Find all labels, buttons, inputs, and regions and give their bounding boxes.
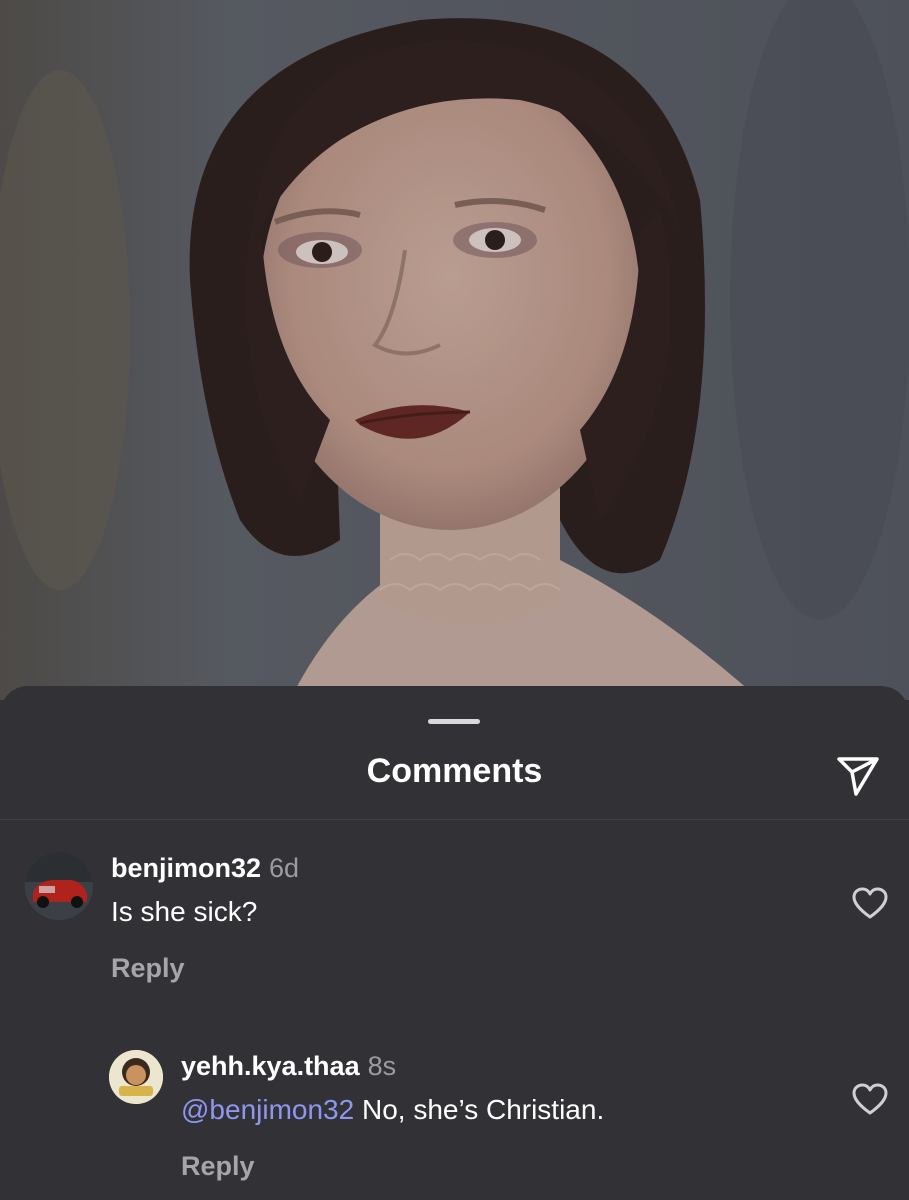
comment-time: 6d	[269, 853, 300, 883]
header-divider	[0, 819, 909, 820]
reply-button[interactable]: Reply	[111, 953, 185, 984]
comment-item: benjimon32 6d Is she sick? Reply	[0, 836, 909, 996]
heart-outline-icon[interactable]	[851, 1082, 889, 1116]
reply-comment-item: yehh.kya.thaa 8s @benjimon32 No, she’s Ch…	[0, 1036, 909, 1200]
sheet-title: Comments	[366, 752, 543, 790]
comment-username[interactable]: benjimon32 6d	[111, 853, 299, 884]
comment-body: No, she’s Christian.	[354, 1094, 605, 1125]
comment-text: @benjimon32 No, she’s Christian.	[181, 1094, 604, 1126]
avatar[interactable]	[25, 852, 93, 920]
post-photo	[0, 0, 909, 700]
comment-time: 8s	[367, 1051, 397, 1081]
sheet-grabber-handle[interactable]	[428, 719, 480, 724]
username-text[interactable]: yehh.kya.thaa	[181, 1051, 360, 1081]
comment-username[interactable]: yehh.kya.thaa 8s	[181, 1051, 396, 1082]
send-icon[interactable]	[833, 749, 883, 799]
avatar[interactable]	[109, 1050, 163, 1104]
mention-link[interactable]: @benjimon32	[181, 1094, 354, 1125]
reply-button[interactable]: Reply	[181, 1151, 255, 1182]
heart-outline-icon[interactable]	[851, 886, 889, 920]
username-text[interactable]: benjimon32	[111, 853, 261, 883]
comments-sheet: Comments benjimon32 6d Is she sick? Reply	[0, 686, 909, 1200]
comment-text: Is she sick?	[111, 896, 258, 927]
